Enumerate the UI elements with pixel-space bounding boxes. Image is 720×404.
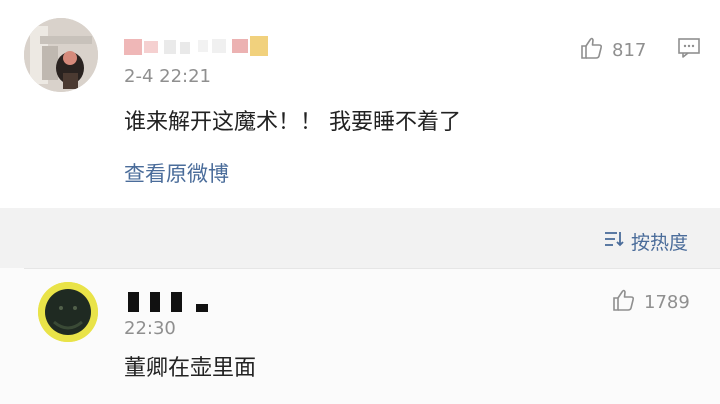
- comment-time: 22:30: [124, 318, 176, 339]
- avatar[interactable]: [38, 282, 98, 342]
- thumbs-up-icon: [610, 288, 636, 317]
- divider: [24, 268, 720, 269]
- sort-icon: [603, 229, 625, 254]
- top-comment-card: 2-4 22:21 谁来解开这魔术！！ 我要睡不着了 查看原微博 817: [0, 0, 720, 208]
- comment-text: 谁来解开这魔术！！ 我要睡不着了: [124, 110, 461, 135]
- sort-by-hot-button[interactable]: 按热度: [603, 228, 688, 255]
- like-count: 817: [612, 40, 647, 61]
- comment-icon[interactable]: [677, 37, 701, 59]
- username-blurred[interactable]: [124, 34, 274, 60]
- like-button[interactable]: 817: [578, 36, 646, 65]
- avatar[interactable]: [24, 18, 98, 92]
- username-blurred[interactable]: [124, 290, 214, 316]
- view-original-weibo-link[interactable]: 查看原微博: [124, 158, 229, 188]
- like-button[interactable]: 1789: [610, 288, 690, 317]
- like-count: 1789: [644, 292, 690, 313]
- thumbs-up-icon: [578, 36, 604, 65]
- comment-text: 董卿在壶里面: [124, 356, 257, 381]
- sort-label: 按热度: [631, 232, 689, 254]
- comment-time: 2-4 22:21: [124, 66, 211, 87]
